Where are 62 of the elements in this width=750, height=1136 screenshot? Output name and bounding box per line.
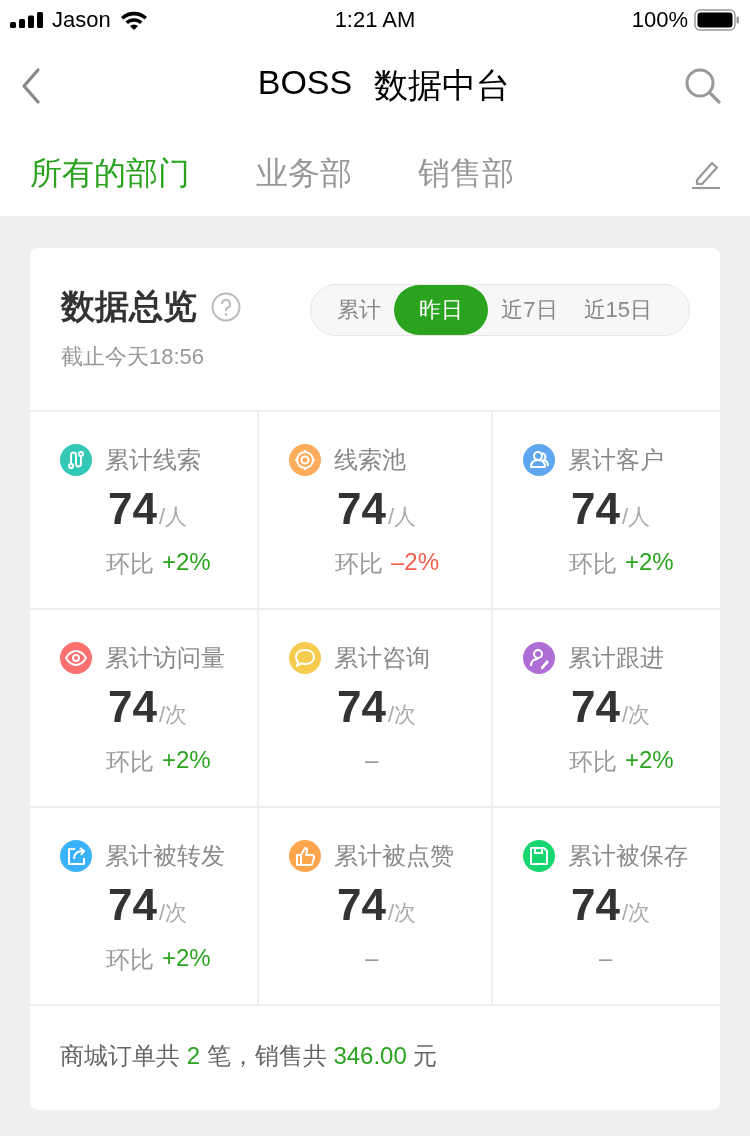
metric-value: 74: [337, 682, 386, 732]
carrier-name: Jason: [52, 7, 111, 33]
period-tab[interactable]: 累计: [311, 285, 395, 335]
search-button[interactable]: [684, 67, 722, 105]
help-icon[interactable]: [211, 292, 241, 322]
change-label: 环比: [106, 747, 154, 777]
page-title: 数据中台: [374, 65, 511, 106]
change-value: –2%: [391, 548, 440, 577]
metric-label: 累计访问量: [105, 643, 225, 673]
metric-label: 累计跟进: [568, 643, 664, 673]
change-label: 环比: [569, 549, 617, 579]
battery-percent: 100%: [631, 7, 688, 33]
metric-value: 74: [108, 682, 157, 732]
metric-label: 累计被保存: [568, 841, 688, 871]
change-value: +2%: [625, 746, 674, 775]
metric-unit: /次: [621, 899, 651, 927]
metric-label: 累计客户: [568, 445, 664, 475]
metric-value: 74: [337, 484, 386, 534]
metric-unit: /次: [387, 899, 417, 927]
metric-label: 累计被转发: [105, 841, 225, 871]
update-time: 截止今天18:56: [61, 343, 206, 371]
period-tab[interactable]: 近15日: [570, 285, 665, 335]
metric-label: 线索池: [334, 445, 406, 475]
change-value: +2%: [625, 548, 674, 577]
metric-unit: /次: [158, 701, 188, 729]
page-title: BOSS: [257, 63, 353, 103]
change-label: 环比: [335, 549, 383, 579]
change-label: 环比: [106, 549, 154, 579]
no-change-dash: –: [364, 746, 379, 774]
period-tab[interactable]: 昨日: [394, 285, 489, 335]
metric-value: 74: [571, 880, 620, 930]
signal-icon: [10, 12, 44, 28]
metric-label: 累计被点赞: [334, 841, 454, 871]
clock-time: 1:21 AM: [333, 7, 417, 33]
metric-unit: /次: [621, 701, 651, 729]
no-change-dash: –: [598, 944, 613, 972]
department-tab[interactable]: 所有的部门: [30, 152, 190, 196]
department-tab[interactable]: 业务部: [256, 152, 352, 196]
section-title: 数据总览: [61, 286, 197, 327]
department-tab[interactable]: 销售部: [418, 152, 514, 196]
period-tab[interactable]: 近7日: [488, 285, 571, 335]
wifi-icon: [118, 9, 149, 31]
change-value: +2%: [162, 944, 211, 973]
battery-icon: [694, 9, 740, 31]
metric-unit: /人: [158, 503, 188, 531]
metric-value: 74: [108, 880, 157, 930]
change-value: +2%: [162, 746, 211, 775]
metric-value: 74: [571, 484, 620, 534]
change-label: 环比: [106, 945, 154, 975]
metric-value: 74: [571, 682, 620, 732]
metric-unit: /人: [621, 503, 651, 531]
change-value: +2%: [162, 548, 211, 577]
metric-unit: /人: [387, 503, 417, 531]
no-change-dash: –: [364, 944, 379, 972]
metric-unit: /次: [387, 701, 417, 729]
metric-label: 累计线索: [105, 445, 201, 475]
metric-value: 74: [337, 880, 386, 930]
metric-unit: /次: [158, 899, 188, 927]
metric-value: 74: [108, 484, 157, 534]
metric-label: 累计咨询: [334, 643, 430, 673]
order-summary: 商城订单共 2 笔，销售共 346.00 元: [59, 1041, 439, 1071]
change-label: 环比: [569, 747, 617, 777]
